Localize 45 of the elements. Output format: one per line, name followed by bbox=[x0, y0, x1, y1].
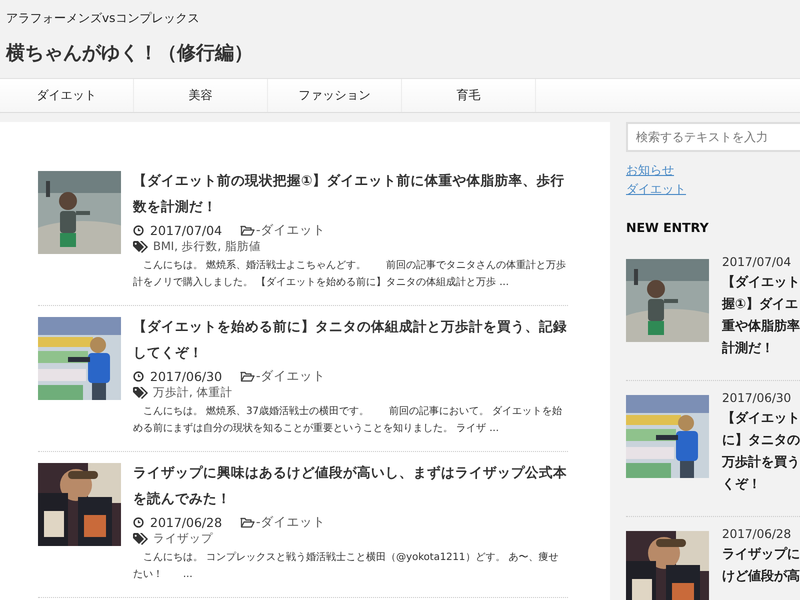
post-category[interactable]: -ダイエット bbox=[256, 222, 326, 239]
post-tags[interactable]: 万歩計, 体重計 bbox=[153, 385, 232, 400]
entry-title-line[interactable]: 【ダイエット bbox=[722, 272, 800, 294]
folder-icon bbox=[240, 225, 256, 236]
folder-icon bbox=[240, 371, 256, 382]
post-title[interactable]: ライザップに興味はあるけど値段が高いし、まずはライザップ公式本を読んでみた！ bbox=[133, 460, 568, 512]
post-tags[interactable]: ライザップ bbox=[153, 531, 213, 546]
clock-icon bbox=[133, 371, 144, 382]
entry-title-line[interactable]: に】タニタの bbox=[722, 430, 800, 452]
tags-icon bbox=[133, 240, 148, 252]
post-title[interactable]: 【ダイエットを始める前に】タニタの体組成計と万歩計を買う、記録してくぞ！ bbox=[133, 314, 568, 366]
entry-title-line[interactable]: 重や体脂肪率 bbox=[722, 316, 800, 338]
post-date: 2017/07/04 bbox=[150, 223, 222, 238]
nav-item[interactable]: ダイエット bbox=[0, 79, 134, 112]
search-field[interactable]: 検索するテキストを入力 bbox=[626, 122, 800, 152]
entry-date: 2017/06/30 bbox=[722, 391, 792, 405]
clock-icon bbox=[133, 225, 144, 236]
nav-item[interactable]: 育毛 bbox=[402, 79, 536, 112]
folder-icon bbox=[240, 517, 256, 528]
entry-title-line[interactable]: くぞ！ bbox=[722, 474, 800, 496]
post-tags[interactable]: BMI, 歩行数, 脂肪値 bbox=[153, 239, 261, 254]
entry-title-line[interactable]: 握①】ダイエ bbox=[722, 294, 800, 316]
nav-item[interactable]: ファッション bbox=[268, 79, 402, 112]
site-title[interactable]: 横ちゃんがゆく！（修行編） bbox=[6, 40, 794, 66]
entry-title-line[interactable]: 【ダイエット bbox=[722, 408, 800, 430]
tags-icon bbox=[133, 386, 148, 398]
entry-title-line[interactable]: ライザップに bbox=[722, 544, 800, 566]
entry-date: 2017/07/04 bbox=[722, 255, 792, 269]
entry-title-line[interactable]: けど値段が高 bbox=[722, 566, 800, 588]
post-category[interactable]: -ダイエット bbox=[256, 514, 326, 531]
entry-title-line[interactable]: 万歩計を買う bbox=[722, 452, 800, 474]
section-heading: NEW ENTRY bbox=[626, 220, 710, 235]
post-excerpt: こんにちは。 燃焼系、婚活戦士よこちゃんどす。 前回の記事でタニタさんの体重計と万歩計をノリで購入しました。 【ダイエットを始める前に】タニタの体組成計と万歩 ... bbox=[133, 258, 568, 290]
post-category[interactable]: -ダイエット bbox=[256, 368, 326, 385]
clock-icon bbox=[133, 517, 144, 528]
post-date: 2017/06/28 bbox=[150, 515, 222, 530]
post-date: 2017/06/30 bbox=[150, 369, 222, 384]
entry-date: 2017/06/28 bbox=[722, 527, 792, 541]
post-excerpt: こんにちは。 燃焼系、37歳婚活戦士の横田です。 前回の記事において。 ダイエットを始める前にまずは自分の現状を知ることが重要ということを知りました。 ライザ ... bbox=[133, 404, 564, 436]
tags-icon bbox=[133, 532, 148, 544]
post-excerpt: こんにちは。 コンプレックスと戦う婚活戦士こと横田（@yokota1211）どす。 あ〜、痩せたい！ ... bbox=[133, 550, 560, 582]
entry-title-line[interactable]: 計測だ！ bbox=[722, 338, 800, 360]
post-title[interactable]: 【ダイエット前の現状把握①】ダイエット前に体重や体脂肪率、歩行数を計測だ！ bbox=[133, 168, 568, 220]
site-tagline: アラフォーメンズvsコンプレックス bbox=[6, 10, 200, 27]
nav-item[interactable]: 美容 bbox=[134, 79, 268, 112]
